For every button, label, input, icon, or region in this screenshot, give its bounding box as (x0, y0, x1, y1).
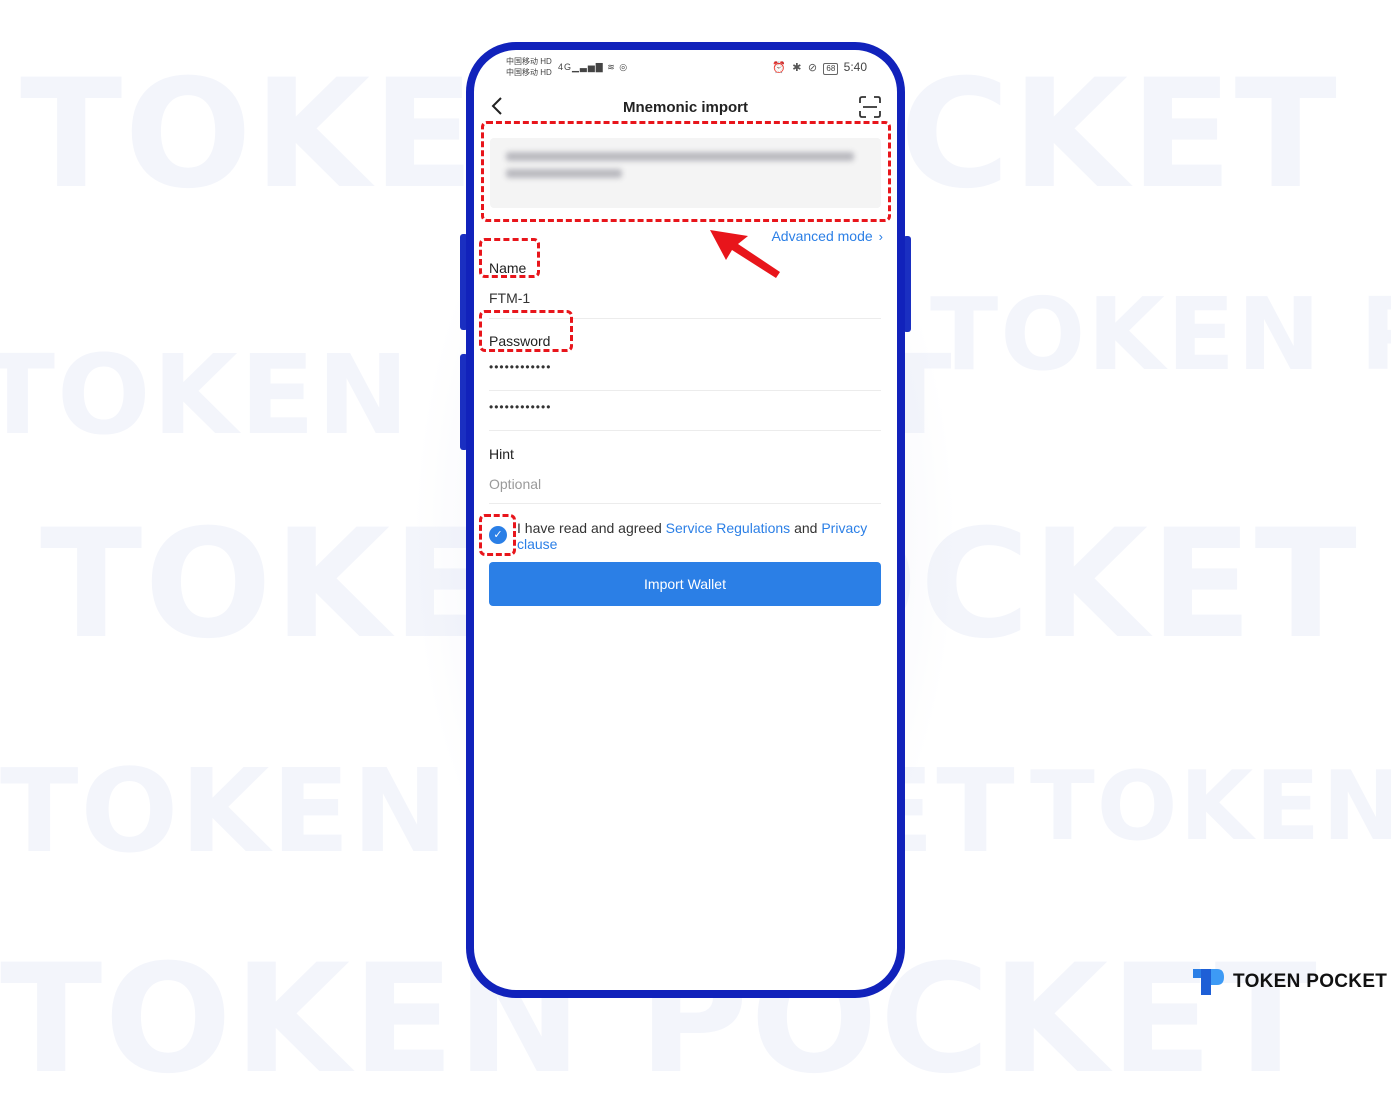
alarm-icon: ⏰ (772, 62, 786, 74)
password-confirm-input[interactable]: •••••••••••• (489, 400, 551, 414)
checkbox-highlight (479, 514, 516, 556)
chevron-right-icon: › (878, 229, 883, 244)
name-input[interactable]: FTM-1 (489, 290, 530, 306)
watermark-text: TOKEN POCKET (930, 276, 1391, 393)
wifi-icon: ≋ (607, 62, 616, 72)
mute-icon: ⊘ (807, 62, 818, 74)
agreement-middle: and (790, 520, 822, 536)
page-title: Mnemonic import (622, 99, 748, 116)
phone-frame: 中国移动 HD 中国移动 HD 4G▁▃▅▇ ≋ ◎ ⏰ ✱ ⊘ 68 5:40… (466, 42, 905, 998)
signal-icon: ▁▃▅▇ (572, 62, 604, 72)
nav-bar: Mnemonic import (474, 90, 897, 124)
divider (489, 503, 881, 504)
password-label-highlight (479, 310, 573, 352)
carrier-1: 中国移动 HD (506, 57, 552, 66)
token-pocket-logo-icon (1193, 969, 1224, 995)
carrier-2: 中国移动 HD (506, 68, 552, 77)
hint-label: Hint (489, 446, 514, 462)
status-time: 5:40 (843, 60, 867, 74)
service-regulations-link[interactable]: Service Regulations (666, 520, 791, 536)
status-bar: 中国移动 HD 中国移动 HD 4G▁▃▅▇ ≋ ◎ ⏰ ✱ ⊘ 68 5:40 (506, 54, 867, 82)
scan-icon[interactable] (859, 96, 881, 118)
divider (489, 390, 881, 391)
import-wallet-button[interactable]: Import Wallet (489, 562, 881, 606)
hint-input[interactable]: Optional (489, 476, 541, 492)
carrier-info: 中国移动 HD 中国移动 HD (506, 56, 552, 78)
mnemonic-highlight (481, 121, 891, 222)
password-input[interactable]: •••••••••••• (489, 360, 551, 374)
signal-icons: 4G▁▃▅▇ ≋ ◎ (558, 62, 628, 73)
watermark-text: TOKEN POCKET (1030, 752, 1391, 862)
annotation-arrow (710, 230, 780, 278)
divider (489, 430, 881, 431)
status-right: ⏰ ✱ ⊘ 68 5:40 (772, 60, 867, 75)
battery-icon: 68 (823, 63, 839, 75)
agreement-prefix: I have read and agreed (517, 520, 666, 536)
bluetooth-icon: ✱ (792, 62, 802, 74)
brand-name: TOKEN POCKET (1233, 971, 1388, 992)
hotspot-icon: ◎ (619, 62, 629, 72)
name-label-highlight (479, 238, 540, 278)
network-type: 4G (558, 62, 573, 72)
agreement-text: I have read and agreed Service Regulatio… (517, 520, 877, 552)
